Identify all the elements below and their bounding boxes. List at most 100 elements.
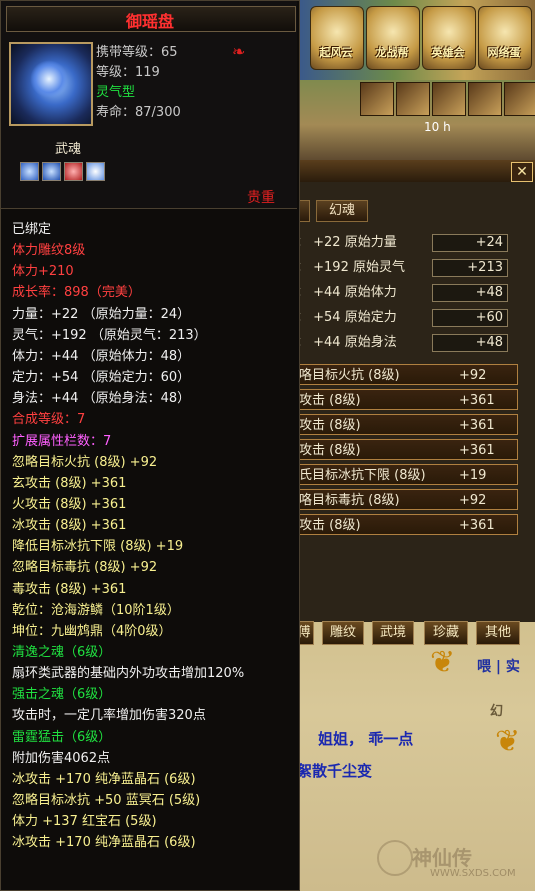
attribute-line: 清逸之魂（6级） (12, 645, 112, 660)
attribute-line: 定力：+54 （原始定力：60） (12, 370, 191, 386)
chat-message: 姐姐， 乖一点 (318, 730, 414, 748)
banner-item-1[interactable] (310, 6, 364, 70)
attribute-label: 攻击 (8级) (299, 393, 361, 408)
stat-label: ： +22 原始力量 (296, 235, 397, 250)
stat-value: +60 (432, 309, 508, 327)
attribute-value: +361 (459, 443, 495, 458)
attribute-line: 玄攻击 (8级) +361 (12, 475, 127, 491)
attribute-line: 已绑定 (12, 222, 52, 237)
wuhun-label: 武魂 (55, 142, 82, 157)
divider (1, 208, 297, 209)
attribute-row: 攻击 (8级) +361 (292, 514, 518, 535)
bound-lock-icon: ❧ (232, 42, 246, 61)
stat-value: +24 (432, 234, 508, 252)
attribute-line: 体力雕纹8级 (12, 243, 86, 259)
banner-item-2[interactable] (366, 6, 420, 70)
attribute-label: 氏目标冰抗下限 (8级) (299, 468, 426, 483)
attribute-line: 强击之魂（6级） (12, 687, 112, 703)
attribute-line: 乾位：沧海游鳞（10阶1级） (12, 602, 180, 618)
attribute-label: 攻击 (8级) (299, 443, 361, 458)
attribute-line: 雷霆猛击（6级） (12, 729, 112, 745)
tab-wujing[interactable]: 武境 (372, 621, 414, 645)
attribute-line: 扇环类武器的基础内外功攻击增加120% (12, 666, 245, 682)
stat-label: ： +54 原始定力 (296, 310, 397, 325)
bottom-tab-bar: 傅 雕纹 武境 珍藏 其他 (292, 618, 535, 645)
attribute-line: 忽略目标冰抗 +50 蓝冥石 (5级) (12, 793, 201, 809)
banner-item-3[interactable] (422, 6, 476, 70)
attribute-label: 咯目标火抗 (8级) (299, 368, 400, 383)
attribute-line: 体力：+44 （原始体力：48） (12, 348, 191, 364)
attribute-line: 冰攻击 +170 纯净蓝晶石 (6级) (12, 835, 196, 851)
item-slot[interactable] (432, 82, 466, 116)
attribute-value: +361 (459, 518, 495, 533)
dragon-icon: ❦ (495, 724, 521, 759)
attribute-line: 冰攻击 (8级) +361 (12, 518, 127, 534)
attribute-line: 忽略目标毒抗 (8级) +92 (12, 560, 158, 576)
stat-row: ： +22 原始力量 +24 (296, 232, 531, 254)
lifespan: 寿命：87/300 (96, 105, 181, 120)
attribute-line: 毒攻击 (8级) +361 (12, 581, 127, 597)
attribute-line: 成长率：898（完美） (12, 285, 141, 301)
top-banner: 起风云 龙战帮 英雄会 网络蛋 (300, 0, 535, 80)
attribute-label: 攻击 (8级) (299, 418, 361, 433)
stat-row: ： +44 原始身法 +48 (296, 332, 531, 354)
soul-gem-icon (20, 162, 39, 181)
item-slot[interactable] (396, 82, 430, 116)
timer-text: 10 h (424, 120, 451, 134)
banner-label-2: 龙战帮 (375, 46, 409, 59)
attribute-value: +19 (459, 468, 487, 483)
attribute-row: 咯目标火抗 (8级) +92 (292, 364, 518, 385)
attribute-line: 合成等级：7 (12, 412, 86, 428)
attribute-value: +361 (459, 393, 495, 408)
attribute-line: 冰攻击 +170 纯净蓝晶石 (6级) (12, 771, 196, 787)
chat-message: 絮散千尘变 (297, 762, 373, 780)
watermark-logo-icon (377, 840, 413, 876)
tab-zhencang[interactable]: 珍藏 (424, 621, 468, 645)
carry-level: 携带等级：65 (96, 45, 178, 60)
attribute-row: 攻击 (8级) +361 (292, 414, 518, 435)
tab-other[interactable]: 其他 (476, 621, 520, 645)
stat-value: +48 (432, 334, 508, 352)
banner-label-1: 起风云 (319, 46, 353, 59)
attribute-line: 身法：+44 （原始身法：48） (12, 391, 191, 407)
attribute-line: 扩展属性栏数：7 (12, 433, 112, 449)
attribute-line: 体力 +137 红宝石 (5级) (12, 814, 157, 830)
attribute-line: 附加伤害4062点 (12, 750, 111, 766)
stat-value: +213 (432, 259, 508, 277)
item-slot[interactable] (468, 82, 502, 116)
item-slot[interactable] (360, 82, 394, 116)
banner-item-4[interactable] (478, 6, 532, 70)
soul-gem-icon (42, 162, 61, 181)
tab-diaowen[interactable]: 雕纹 (322, 621, 364, 645)
attribute-line: 体力+210 (12, 264, 74, 280)
item-slot[interactable] (504, 82, 535, 116)
tab-huanhun[interactable]: 幻魂 (316, 200, 368, 222)
dragon-icon: ❦ (430, 645, 456, 680)
attribute-row: 氏目标冰抗下限 (8级) +19 (292, 464, 518, 485)
item-type: 灵气型 (96, 85, 136, 100)
stat-value: +48 (432, 284, 508, 302)
stat-row: ： +44 原始体力 +48 (296, 282, 531, 304)
watermark-url: WWW.SXDS.COM (430, 868, 516, 879)
banner-label-4: 网络蛋 (487, 46, 521, 59)
chat-message: 喂 | 实 (477, 659, 520, 675)
stat-row: ： +54 原始定力 +60 (296, 307, 531, 329)
attribute-row: 攻击 (8级) +361 (292, 439, 518, 460)
rarity-label: 贵重 (247, 190, 275, 206)
soul-gem-icon (86, 162, 105, 181)
close-button[interactable]: ✕ (511, 162, 533, 182)
chat-message: 幻 (490, 704, 504, 719)
attribute-label: 咯目标毒抗 (8级) (299, 493, 400, 508)
attribute-line: 灵气：+192 （原始灵气：213） (12, 327, 207, 343)
watermark-text: 神仙传 (412, 846, 472, 870)
stat-label: ： +44 原始体力 (296, 285, 397, 300)
attribute-row: 咯目标毒抗 (8级) +92 (292, 489, 518, 510)
stat-row: ： +192 原始灵气 +213 (296, 257, 531, 279)
item-orb-icon (30, 60, 68, 98)
attribute-line: 火攻击 (8级) +361 (12, 496, 127, 512)
attribute-line: 忽略目标火抗 (8级) +92 (12, 454, 158, 470)
stat-label: ： +192 原始灵气 (296, 260, 405, 275)
quick-item-bar (360, 82, 535, 118)
attribute-value: +92 (459, 368, 487, 383)
item-level: 等级：119 (96, 65, 160, 80)
